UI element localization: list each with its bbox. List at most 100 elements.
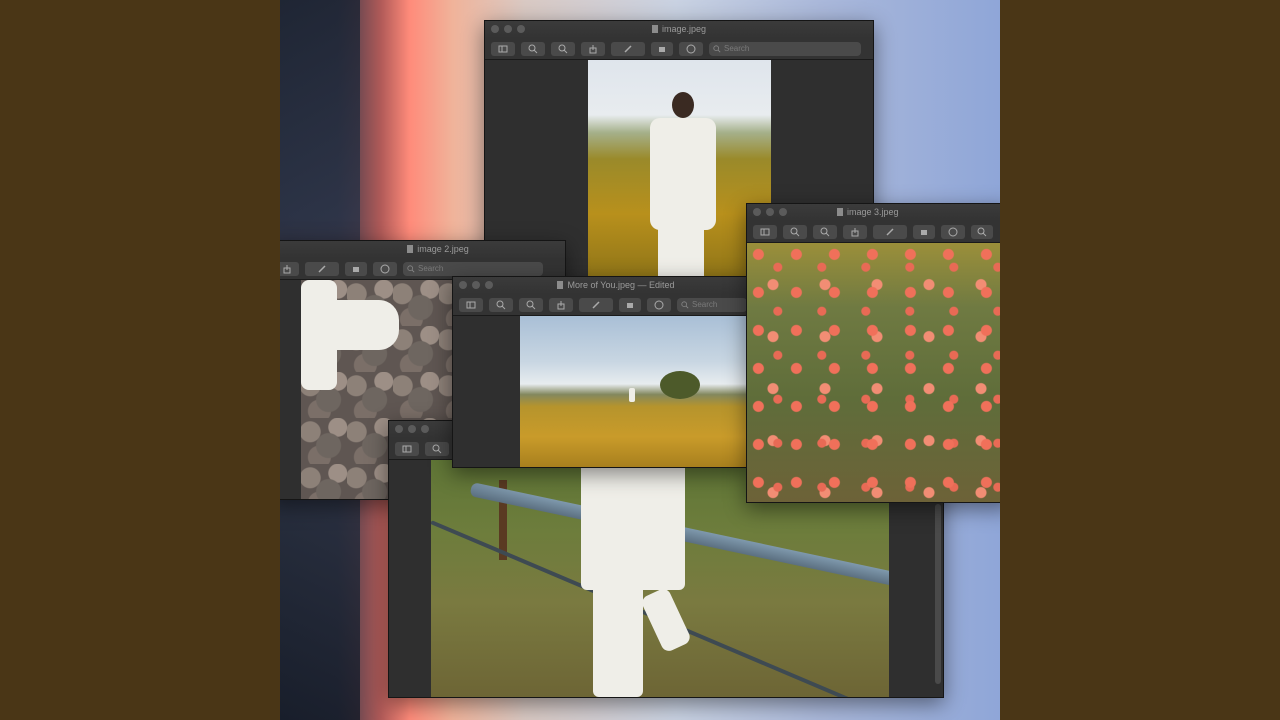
sidebar-icon <box>498 45 508 52</box>
search-icon <box>713 44 721 52</box>
annotate-button[interactable] <box>941 224 965 239</box>
share-icon <box>557 300 565 309</box>
rotate-icon <box>659 46 665 52</box>
pen-icon <box>592 300 600 309</box>
search-icon <box>407 264 415 272</box>
rotate-button[interactable] <box>619 297 641 312</box>
search-field[interactable]: Search <box>709 41 861 56</box>
zoom-out-button[interactable] <box>783 224 807 239</box>
rotate-icon <box>627 302 633 308</box>
share-icon <box>851 227 859 236</box>
rotate-icon <box>921 229 927 235</box>
figure-trousers <box>593 580 643 697</box>
document-icon <box>557 281 564 289</box>
annotate-button[interactable] <box>679 41 703 56</box>
annotate-icon <box>380 264 390 273</box>
zoom-in-icon <box>820 227 830 236</box>
search-button[interactable] <box>971 224 993 239</box>
share-icon <box>283 264 291 273</box>
album-artwork: image.jpeg Search image 2.jpeg Search Mo… <box>280 0 1000 720</box>
document-icon <box>651 25 658 33</box>
window-title: image.jpeg <box>485 24 873 34</box>
annotate-icon <box>948 227 958 236</box>
bush <box>660 371 700 399</box>
sidebar-toggle-button[interactable] <box>459 297 483 312</box>
markup-button[interactable] <box>305 261 339 276</box>
sidebar-icon <box>760 228 770 235</box>
toolbar: Search <box>453 294 749 316</box>
zoom-out-icon <box>528 44 538 53</box>
close-button[interactable] <box>459 281 467 289</box>
sidebar-toggle-button[interactable] <box>491 41 515 56</box>
share-button[interactable] <box>280 261 299 276</box>
figure-head <box>672 92 694 118</box>
document-canvas <box>747 243 1000 502</box>
photo-distant-figure-in-field <box>520 316 749 467</box>
figure-shirt <box>301 280 337 390</box>
rotate-button[interactable] <box>913 224 935 239</box>
markup-button[interactable] <box>873 224 907 239</box>
figure-shirt <box>650 118 716 230</box>
zoom-out-button[interactable] <box>521 41 545 56</box>
zoom-button[interactable] <box>779 208 787 216</box>
figure-raised-leg <box>639 586 693 654</box>
title-bar[interactable]: More of You.jpeg — Edited <box>453 277 749 294</box>
share-button[interactable] <box>843 224 867 239</box>
document-icon <box>837 208 843 216</box>
zoom-button[interactable] <box>421 425 429 433</box>
search-field[interactable]: Search <box>403 261 543 276</box>
vertical-scrollbar[interactable] <box>935 504 941 684</box>
markup-button[interactable] <box>579 297 613 312</box>
markup-button[interactable] <box>611 41 645 56</box>
sidebar-icon <box>402 445 412 452</box>
figure-trousers <box>658 220 704 280</box>
zoom-out-icon <box>432 444 442 453</box>
distant-figure <box>629 388 635 402</box>
share-icon <box>589 44 597 53</box>
zoom-out-icon <box>790 227 800 236</box>
pen-icon <box>624 44 632 53</box>
close-button[interactable] <box>753 208 761 216</box>
document-canvas <box>453 316 749 467</box>
search-icon <box>681 300 689 308</box>
toolbar: Search <box>485 38 873 60</box>
zoom-out-button[interactable] <box>489 297 513 312</box>
zoom-in-button[interactable] <box>551 41 575 56</box>
annotate-icon <box>654 300 664 309</box>
pen-icon <box>886 227 894 236</box>
title-bar[interactable]: image 2.jpeg <box>280 241 565 258</box>
pen-icon <box>318 264 326 273</box>
zoom-out-button[interactable] <box>425 441 449 456</box>
close-button[interactable] <box>395 425 403 433</box>
window-title: More of You.jpeg — Edited <box>483 280 749 290</box>
title-bar[interactable]: image 3.jpeg <box>747 204 1000 221</box>
rotate-icon <box>353 266 359 272</box>
minimize-button[interactable] <box>472 281 480 289</box>
preview-window-edited[interactable]: More of You.jpeg — Edited Search <box>452 276 750 468</box>
share-button[interactable] <box>549 297 573 312</box>
annotate-icon <box>686 44 696 53</box>
sidebar-icon <box>466 301 476 308</box>
zoom-in-icon <box>558 44 568 53</box>
search-field[interactable]: Search <box>677 297 747 312</box>
zoom-in-icon <box>526 300 536 309</box>
rotate-button[interactable] <box>345 261 367 276</box>
zoom-in-button[interactable] <box>813 224 837 239</box>
photo-man-in-field <box>588 60 771 280</box>
search-icon <box>977 227 987 236</box>
share-button[interactable] <box>581 41 605 56</box>
sidebar-toggle-button[interactable] <box>753 224 777 239</box>
document-icon <box>407 245 414 253</box>
annotate-button[interactable] <box>647 297 671 312</box>
figure-shirt <box>581 460 685 590</box>
window-title: image 3.jpeg <box>837 207 899 217</box>
preview-window-image-3[interactable]: image 3.jpeg <box>746 203 1000 503</box>
rotate-button[interactable] <box>651 41 673 56</box>
sidebar-toggle-button[interactable] <box>395 441 419 456</box>
minimize-button[interactable] <box>766 208 774 216</box>
zoom-in-button[interactable] <box>519 297 543 312</box>
toolbar <box>747 221 1000 243</box>
minimize-button[interactable] <box>408 425 416 433</box>
title-bar[interactable]: image.jpeg <box>485 21 873 38</box>
annotate-button[interactable] <box>373 261 397 276</box>
